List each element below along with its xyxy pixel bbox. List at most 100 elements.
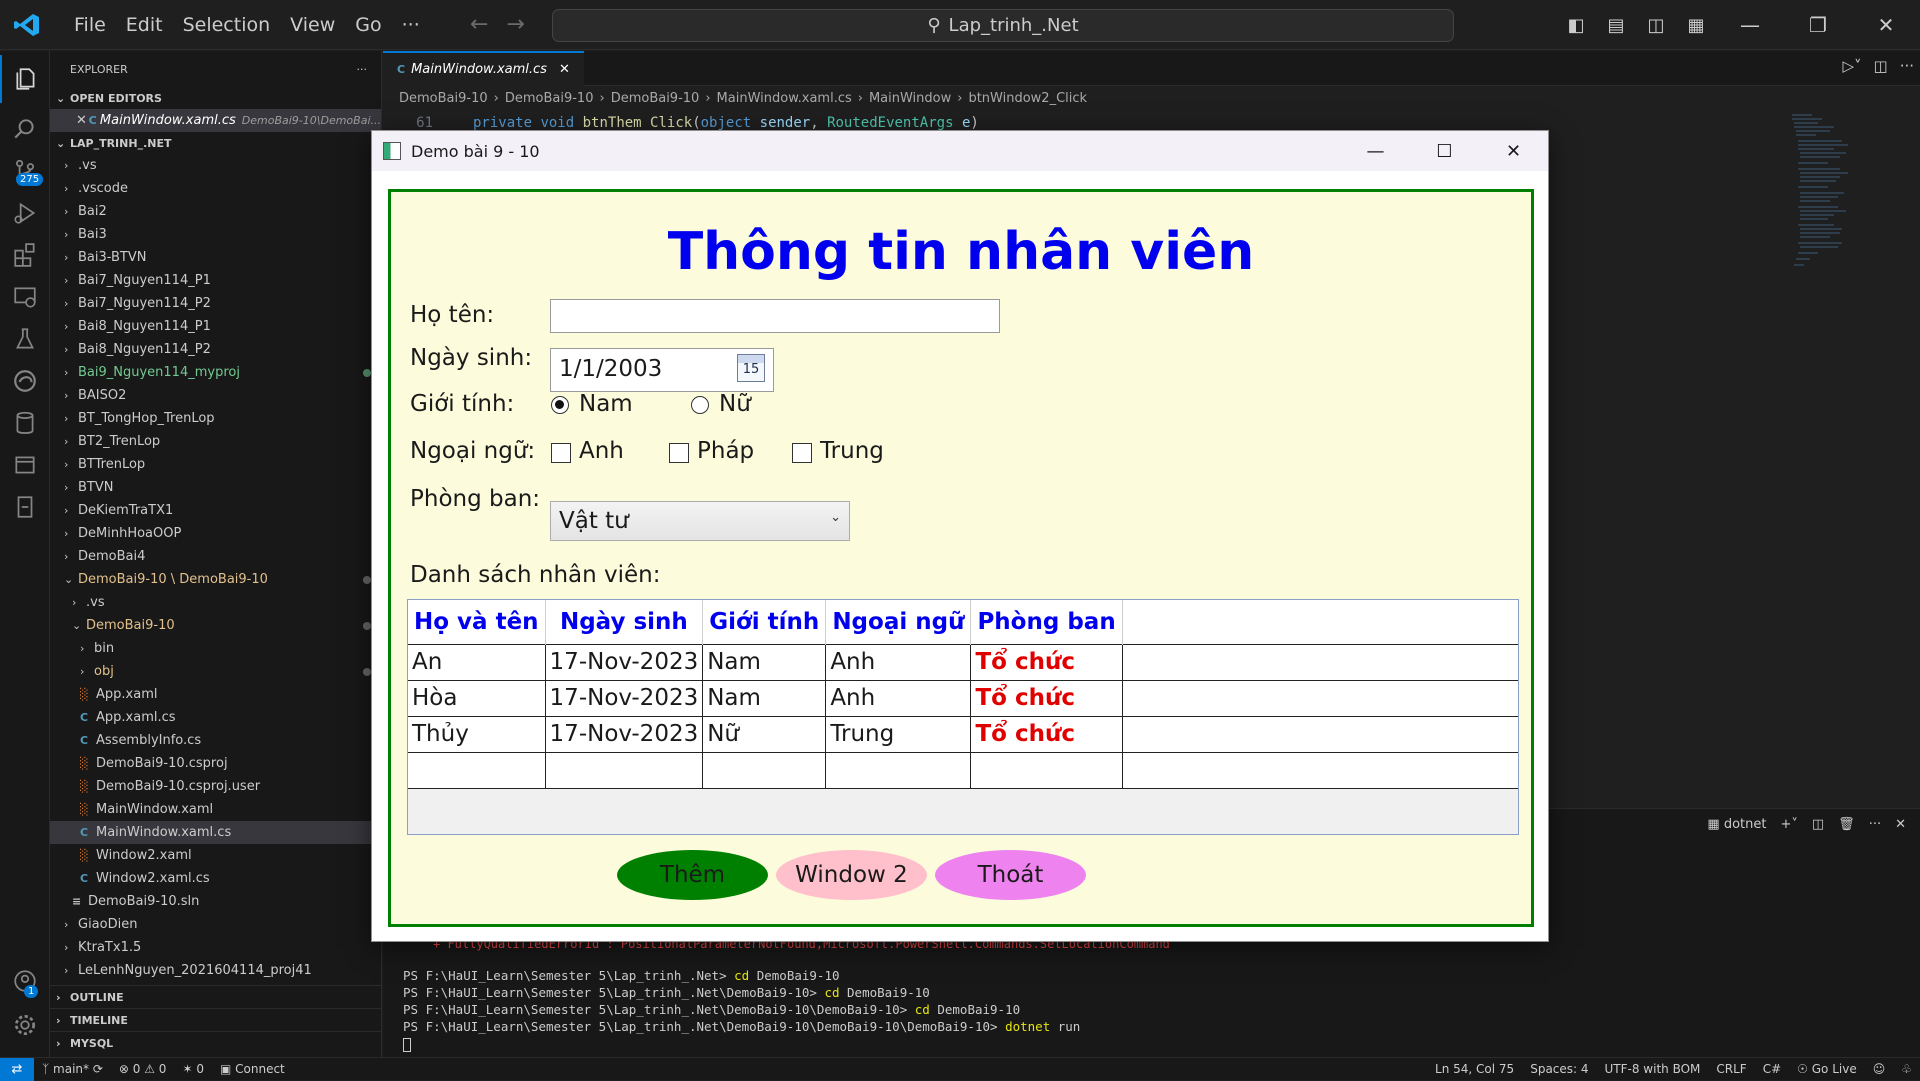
gender-radio-nam[interactable] xyxy=(551,396,569,414)
tree-item[interactable]: › bin xyxy=(50,637,381,660)
testing-icon[interactable] xyxy=(0,315,50,363)
maximize-icon[interactable]: ☐ xyxy=(1410,131,1479,171)
notebook-icon[interactable] xyxy=(0,483,50,531)
language-option-trung[interactable]: Trung xyxy=(820,438,884,464)
tree-item[interactable]: C Window2.xaml.cs xyxy=(50,867,381,890)
tree-item[interactable]: › LeLenhNguyen_2021604114_proj41 xyxy=(50,959,381,982)
tree-item[interactable]: › Bai2 xyxy=(50,200,381,223)
gender-radio-nu[interactable] xyxy=(691,396,709,414)
new-terminal-icon[interactable]: +˅ xyxy=(1780,817,1797,832)
name-input[interactable] xyxy=(550,299,1000,333)
outline-section[interactable]: › OUTLINE xyxy=(50,985,381,1008)
column-header-gender[interactable]: Giới tính xyxy=(702,600,827,644)
tree-item[interactable]: ≡ DemoBai9-10.sln xyxy=(50,890,381,913)
department-combobox[interactable]: Vật tư ⌄ xyxy=(550,501,850,541)
ports-status[interactable]: ✶ 0 xyxy=(174,1062,212,1076)
language-option-phap[interactable]: Pháp xyxy=(697,438,754,464)
calendar-icon[interactable]: 15 xyxy=(737,354,765,382)
remote-explorer-icon[interactable] xyxy=(0,273,50,321)
tree-item[interactable]: › Bai7_Nguyen114_P2 xyxy=(50,292,381,315)
table-cell[interactable]: Nữ xyxy=(702,715,827,753)
more-actions-icon[interactable]: ··· xyxy=(357,63,368,76)
tree-item[interactable]: ░ MainWindow.xaml xyxy=(50,798,381,821)
tab-mainwindow-cs[interactable]: C MainWindow.xaml.cs ✕ xyxy=(383,51,584,86)
tree-item[interactable]: › DeMinhHoaOOP xyxy=(50,522,381,545)
minimize-icon[interactable]: — xyxy=(1341,131,1410,171)
tree-item[interactable]: › .vscode xyxy=(50,177,381,200)
table-cell[interactable]: 17-Nov-2023 xyxy=(544,715,704,753)
explorer-icon[interactable] xyxy=(0,55,50,103)
terminal-output[interactable]: PS F:\HaUI_Learn\Semester 5\Lap_trinh_.N… xyxy=(403,967,1080,1052)
problems-status[interactable]: ⊗ 0 ⚠ 0 xyxy=(111,1062,175,1076)
copilot-icon[interactable]: ☺ xyxy=(1865,1062,1894,1076)
table-cell[interactable] xyxy=(970,751,1123,789)
close-tab-icon[interactable]: ✕ xyxy=(559,62,570,77)
table-cell[interactable]: An xyxy=(408,643,546,681)
tree-item[interactable]: C App.xaml.cs xyxy=(50,706,381,729)
menu-item[interactable]: Edit xyxy=(116,14,173,36)
accounts-icon[interactable]: 1 xyxy=(0,957,50,1005)
close-icon[interactable]: ✕ xyxy=(76,113,89,128)
column-header-name[interactable]: Họ và tên xyxy=(408,600,546,644)
table-cell[interactable]: 17-Nov-2023 xyxy=(544,679,704,717)
remote-indicator-icon[interactable]: ⇄ xyxy=(0,1057,34,1081)
connect-status[interactable]: ▣ Connect xyxy=(212,1062,293,1076)
close-icon[interactable]: ✕ xyxy=(1479,131,1548,171)
table-cell[interactable]: Thủy xyxy=(408,715,546,753)
run-debug-icon[interactable] xyxy=(0,189,50,237)
tree-item[interactable]: › DeKiemTraTX1 xyxy=(50,499,381,522)
column-header-department[interactable]: Phòng ban xyxy=(970,600,1123,644)
bell-icon[interactable]: ♧ xyxy=(1893,1062,1920,1076)
tree-item[interactable]: › DemoBai4 xyxy=(50,545,381,568)
table-cell[interactable]: Anh xyxy=(825,679,972,717)
breadcrumb-item[interactable]: DemoBai9-10 xyxy=(505,91,594,106)
menu-item[interactable]: File xyxy=(64,14,116,36)
toggle-sidebar-icon[interactable]: ◧ xyxy=(1556,0,1596,50)
tree-item[interactable]: C AssemblyInfo.cs xyxy=(50,729,381,752)
tree-item[interactable]: › BT_TongHop_TrenLop xyxy=(50,407,381,430)
dob-datepicker[interactable]: 1/1/2003 15 xyxy=(550,348,774,392)
table-row[interactable]: Hòa 17-Nov-2023 Nam Anh Tổ chức xyxy=(408,679,1518,717)
table-cell[interactable] xyxy=(702,751,827,789)
panel-view-icon[interactable] xyxy=(0,441,50,489)
open-editor-item[interactable]: ✕ C MainWindow.xaml.cs DemoBai9-10\DemoB… xyxy=(50,109,381,132)
tree-item[interactable]: › Bai3 xyxy=(50,223,381,246)
more-actions-icon[interactable]: ··· xyxy=(1900,57,1914,75)
language-checkbox-anh[interactable] xyxy=(551,443,571,463)
table-cell[interactable]: Tổ chức xyxy=(970,643,1123,681)
minimize-icon[interactable]: — xyxy=(1716,0,1784,50)
breadcrumb-item[interactable]: MainWindow.xaml.cs xyxy=(717,91,852,106)
wpf-title-bar[interactable]: Demo bài 9 - 10 — ☐ ✕ xyxy=(372,131,1548,171)
gender-option-nu[interactable]: Nữ xyxy=(719,391,751,417)
tree-item[interactable]: ⌄ DemoBai9-10 xyxy=(50,614,381,637)
close-panel-icon[interactable]: ✕ xyxy=(1895,817,1906,832)
customize-layout-icon[interactable]: ▦ xyxy=(1676,0,1716,50)
indent-status[interactable]: Spaces: 4 xyxy=(1522,1062,1596,1076)
language-status[interactable]: C# xyxy=(1755,1062,1789,1076)
timeline-section[interactable]: › TIMELINE xyxy=(50,1008,381,1031)
tree-item[interactable]: › obj xyxy=(50,660,381,683)
branch-status[interactable]: ᛉ main* ⟳ xyxy=(34,1062,111,1076)
table-row[interactable]: An 17-Nov-2023 Nam Anh Tổ chức xyxy=(408,643,1518,681)
table-cell[interactable]: Tổ chức xyxy=(970,715,1123,753)
nav-arrows[interactable]: ←→ xyxy=(470,12,543,37)
table-cell[interactable]: Nam xyxy=(702,643,827,681)
tree-item[interactable]: › Bai7_Nguyen114_P1 xyxy=(50,269,381,292)
go-live-status[interactable]: ☉ Go Live xyxy=(1789,1062,1865,1076)
toggle-secondary-sidebar-icon[interactable]: ◫ xyxy=(1636,0,1676,50)
tree-item[interactable]: ⌄ DemoBai9-10 \ DemoBai9-10 xyxy=(50,568,381,591)
table-cell[interactable] xyxy=(544,751,704,789)
tree-item[interactable]: › Bai3-BTVN xyxy=(50,246,381,269)
command-center-search[interactable]: ⚲ Lap_trinh_.Net xyxy=(552,9,1454,42)
menu-item[interactable]: Go xyxy=(345,14,391,36)
search-icon[interactable] xyxy=(0,105,50,153)
extensions-icon[interactable] xyxy=(0,231,50,279)
tree-item[interactable]: › Bai8_Nguyen114_P2 xyxy=(50,338,381,361)
window2-button[interactable]: Window 2 xyxy=(776,850,927,900)
table-cell[interactable] xyxy=(825,751,972,789)
table-row[interactable] xyxy=(408,751,1518,789)
breadcrumb-item[interactable]: btnWindow2_Click xyxy=(968,91,1087,106)
language-checkbox-trung[interactable] xyxy=(792,443,812,463)
encoding-status[interactable]: UTF-8 with BOM xyxy=(1597,1062,1709,1076)
split-terminal-icon[interactable]: ◫ xyxy=(1812,817,1824,832)
